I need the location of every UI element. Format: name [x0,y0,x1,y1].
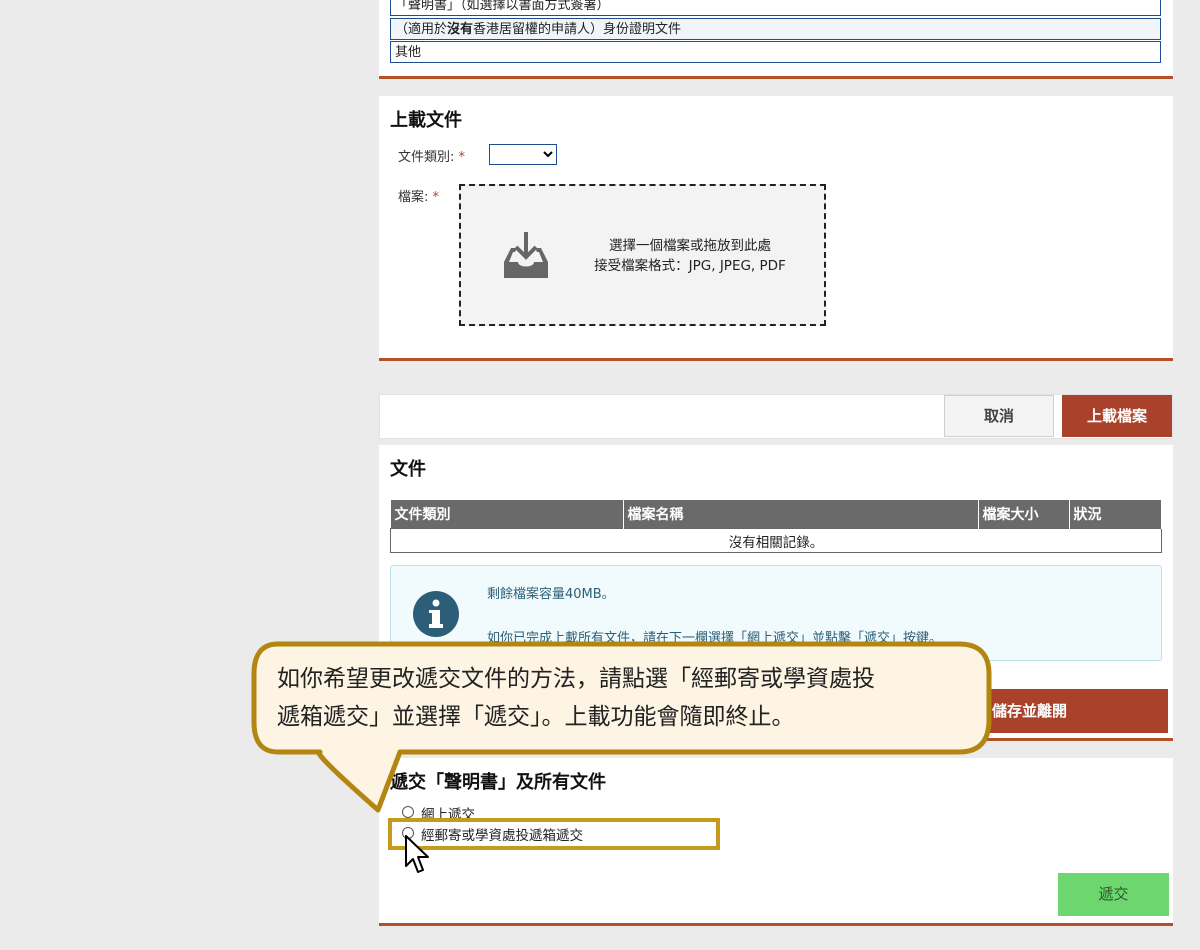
doc-type-label: 文件類別: * [398,150,466,165]
table-row: 沒有相關記錄。 [390,528,1162,553]
option-row-id-document[interactable]: （適用於沒有香港居留權的申請人）身份證明文件 [390,18,1161,40]
upload-file-button[interactable]: 上載檔案 [1062,395,1172,437]
remaining-capacity-text: 剩餘檔案容量40MB。 [487,587,615,602]
mouse-cursor-icon [405,835,429,873]
option-row-other[interactable]: 其他 [390,41,1161,63]
documents-table: 文件類別 檔案名稱 檔案大小 狀況 沒有相關記錄。 [390,500,1162,553]
column-doc-type[interactable]: 文件類別 [390,500,624,529]
option-row-declaration[interactable]: 「聲明書」（如選擇以書面方式簽署） [390,0,1161,16]
cancel-button[interactable]: 取消 [944,395,1054,437]
file-label: 檔案: * [398,190,440,205]
doc-type-select[interactable] [489,144,557,165]
option-highlight-box [388,818,720,850]
documents-title: 文件 [390,459,426,480]
submit-button[interactable]: 遞交 [1058,873,1169,916]
info-icon [413,591,459,637]
column-file-name[interactable]: 檔案名稱 [623,500,979,529]
dropzone-text: 選擇一個檔案或拖放到此處 接受檔案格式：JPG, JPEG, PDF [594,238,786,274]
callout-text: 如你希望更改遞交文件的方法，請點選「經郵寄或學資處投 遞箱遞交」並選擇「遞交」。… [277,666,875,730]
column-file-size[interactable]: 檔案大小 [978,500,1070,529]
save-and-exit-button[interactable]: 儲存並離開 [970,689,1168,733]
empty-records-text: 沒有相關記錄。 [390,528,1162,553]
upload-title: 上載文件 [390,110,462,131]
upload-tray-icon [504,232,548,278]
table-header-row: 文件類別 檔案名稱 檔案大小 狀況 [390,500,1162,529]
column-status[interactable]: 狀況 [1069,500,1162,529]
